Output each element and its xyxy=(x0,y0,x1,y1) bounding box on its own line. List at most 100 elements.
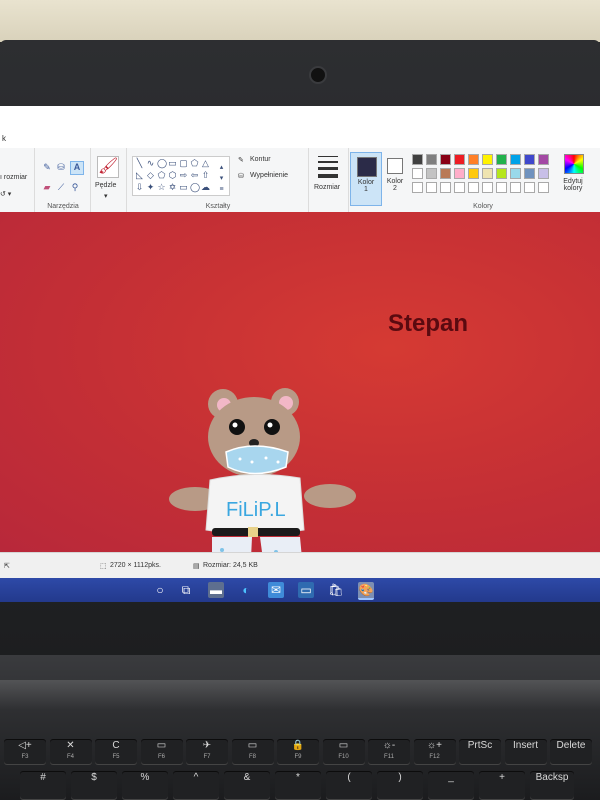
rounded-rect-shape-icon[interactable]: ▢ xyxy=(179,159,188,168)
palette-custom-4[interactable] xyxy=(468,182,479,193)
palette-custom-3[interactable] xyxy=(454,182,465,193)
key-f6[interactable]: ▭ F6 xyxy=(140,739,183,765)
palette-color-mid-4[interactable] xyxy=(468,168,479,179)
magnifier-icon[interactable]: ⚲ xyxy=(70,182,80,192)
key-f7[interactable]: ✈ F7 xyxy=(186,739,228,765)
palette-custom-8[interactable] xyxy=(524,182,535,193)
task-view-icon[interactable]: ⧉ xyxy=(178,582,194,598)
palette-color-mid-0[interactable] xyxy=(412,168,423,179)
palette-custom-0[interactable] xyxy=(412,182,423,193)
palette-color-mid-6[interactable] xyxy=(496,168,507,179)
pencil-icon[interactable]: ✎ xyxy=(42,162,52,172)
hexagon-shape-icon[interactable]: ⬡ xyxy=(168,171,177,180)
palette-color-top-7[interactable] xyxy=(510,154,521,165)
curve-shape-icon[interactable]: ∿ xyxy=(146,159,155,168)
palette-color-mid-2[interactable] xyxy=(440,168,451,179)
palette-color-top-6[interactable] xyxy=(496,154,507,165)
fill-button-label[interactable]: Wypełnienie xyxy=(250,172,288,179)
key-f8[interactable]: ▭ F8 xyxy=(231,739,274,765)
key-num-6[interactable]: ( xyxy=(326,771,372,800)
key-f9[interactable]: 🔒 F9 xyxy=(277,739,319,765)
brushes-button-label[interactable]: Pędzle xyxy=(95,182,116,189)
key-num-7[interactable]: ) xyxy=(377,771,423,800)
diamond-shape-icon[interactable]: ◇ xyxy=(146,171,155,180)
palette-color-mid-7[interactable] xyxy=(510,168,521,179)
key-num-0[interactable]: # xyxy=(20,771,66,800)
text-tool-icon[interactable]: A xyxy=(70,161,84,175)
cloud-shape-icon[interactable]: ☁ xyxy=(201,183,210,192)
outline-button-label[interactable]: Kontur xyxy=(250,156,271,163)
brush-icon[interactable]: 🖌 xyxy=(97,156,119,178)
key-f11[interactable]: ☼- F11 xyxy=(368,739,410,765)
size-button-label[interactable]: Rozmiar xyxy=(314,184,340,191)
fill-bucket-icon[interactable]: ⛁ xyxy=(56,162,66,172)
key-num-2[interactable]: % xyxy=(122,771,168,800)
arrow-left-shape-icon[interactable]: ⇦ xyxy=(190,171,199,180)
brushes-dropdown-icon[interactable]: ▾ xyxy=(104,192,108,200)
rectangle-shape-icon[interactable]: ▭ xyxy=(168,159,177,168)
outline-icon[interactable]: ✎ xyxy=(238,156,244,164)
palette-custom-1[interactable] xyxy=(426,182,437,193)
callout-rect-shape-icon[interactable]: ▭ xyxy=(179,183,188,192)
key-num-3[interactable]: ^ xyxy=(173,771,219,800)
palette-color-mid-1[interactable] xyxy=(426,168,437,179)
edge-browser-icon[interactable]: ◐ xyxy=(238,582,254,598)
right-triangle-shape-icon[interactable]: ◺ xyxy=(135,171,144,180)
ribbon-tab-fragment[interactable]: k xyxy=(2,134,6,143)
palette-color-top-5[interactable] xyxy=(482,154,493,165)
star6-shape-icon[interactable]: ✡ xyxy=(168,183,177,192)
eraser-icon[interactable]: ▰ xyxy=(42,182,52,192)
mail-icon[interactable]: ✉ xyxy=(268,582,284,598)
oval-shape-icon[interactable]: ◯ xyxy=(157,159,167,168)
palette-color-mid-5[interactable] xyxy=(482,168,493,179)
gallery-scroll-up-icon[interactable]: ▴ xyxy=(217,163,226,172)
resize-button-label[interactable]: ı rozmiar xyxy=(0,174,27,181)
arrow-up-shape-icon[interactable]: ⇧ xyxy=(201,171,210,180)
store-icon[interactable]: 🛍 xyxy=(328,582,344,598)
drawing-canvas[interactable]: FiLiP.L Stepan I xyxy=(0,212,600,583)
key-f10[interactable]: ▭ F10 xyxy=(322,739,365,765)
line-shape-icon[interactable]: ╲ xyxy=(135,159,144,168)
palette-color-mid-8[interactable] xyxy=(524,168,535,179)
file-explorer-icon[interactable]: ▬ xyxy=(208,582,224,598)
search-icon[interactable]: ○ xyxy=(152,582,168,598)
polygon-shape-icon[interactable]: ⬠ xyxy=(190,159,199,168)
palette-color-mid-9[interactable] xyxy=(538,168,549,179)
key-delete[interactable]: Delete xyxy=(550,739,592,765)
key-num-5[interactable]: * xyxy=(275,771,321,800)
key-f5[interactable]: C F5 xyxy=(95,739,137,765)
rotate-icon[interactable]: ↺ ▾ xyxy=(0,190,11,198)
palette-custom-6[interactable] xyxy=(496,182,507,193)
star4-shape-icon[interactable]: ✦ xyxy=(146,183,155,192)
palette-color-top-4[interactable] xyxy=(468,154,479,165)
key-f4[interactable]: ✕ F4 xyxy=(49,739,92,765)
gallery-scroll-down-icon[interactable]: ▾ xyxy=(217,174,226,183)
size-lines-icon[interactable] xyxy=(318,156,338,178)
palette-color-top-8[interactable] xyxy=(524,154,535,165)
arrow-down-shape-icon[interactable]: ⇩ xyxy=(135,183,144,192)
key-num-4[interactable]: & xyxy=(224,771,270,800)
triangle-shape-icon[interactable]: △ xyxy=(201,159,210,168)
color1-button[interactable]: Kolor 1 xyxy=(350,152,382,206)
palette-color-top-0[interactable] xyxy=(412,154,423,165)
key-f12[interactable]: ☼+ F12 xyxy=(413,739,456,765)
palette-color-top-3[interactable] xyxy=(454,154,465,165)
palette-color-top-2[interactable] xyxy=(440,154,451,165)
palette-color-top-1[interactable] xyxy=(426,154,437,165)
explorer-folder-icon[interactable]: ▭ xyxy=(298,582,314,598)
name-text[interactable]: Stepan xyxy=(388,310,468,338)
color-picker-icon[interactable]: ⟋ xyxy=(56,182,66,192)
arrow-right-shape-icon[interactable]: ⇨ xyxy=(179,171,188,180)
key-num-1[interactable]: $ xyxy=(71,771,117,800)
edit-colors-button[interactable]: Edytuj kolory xyxy=(558,152,592,204)
color2-button[interactable]: Kolor 2 xyxy=(382,152,408,204)
palette-color-mid-3[interactable] xyxy=(454,168,465,179)
palette-custom-5[interactable] xyxy=(482,182,493,193)
fill-icon[interactable]: ⛁ xyxy=(238,172,244,180)
palette-custom-2[interactable] xyxy=(440,182,451,193)
gallery-expand-icon[interactable]: ≡ xyxy=(217,185,226,194)
pentagon-shape-icon[interactable]: ⬠ xyxy=(157,171,166,180)
key-num-8[interactable]: _ xyxy=(428,771,474,800)
star5-shape-icon[interactable]: ☆ xyxy=(157,183,166,192)
palette-custom-9[interactable] xyxy=(538,182,549,193)
